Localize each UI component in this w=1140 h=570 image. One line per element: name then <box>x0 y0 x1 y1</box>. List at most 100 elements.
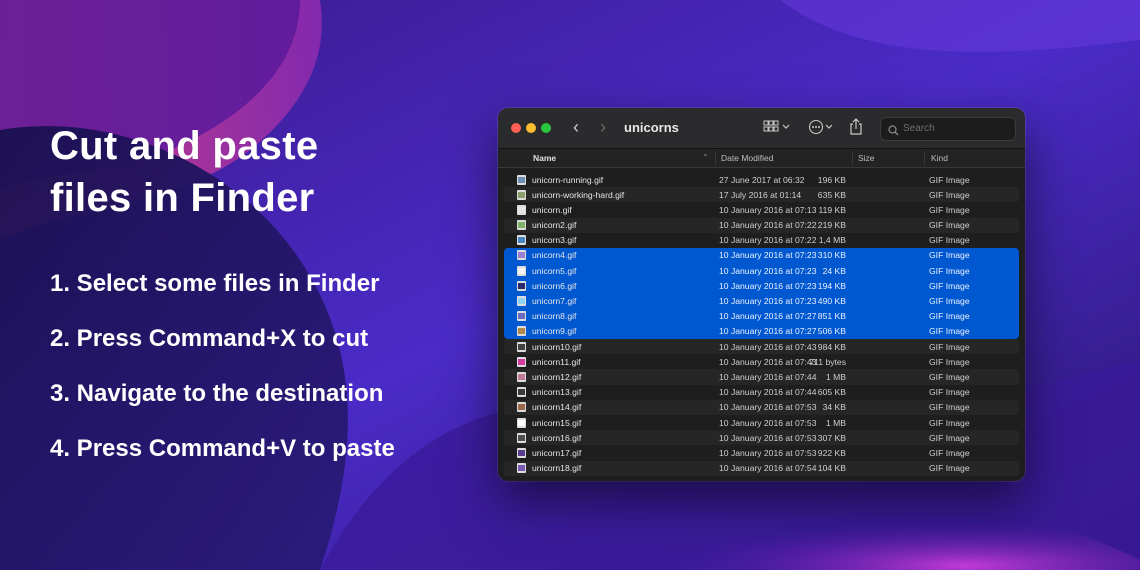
file-date-modified: 10 January 2016 at 07:53 <box>719 417 817 428</box>
file-kind: GIF Image <box>929 447 970 458</box>
file-name: unicorn18.gif <box>532 463 582 474</box>
finder-window: ‹ › unicorns Search Name ⌃ Date Modified… <box>498 108 1025 481</box>
step-1: 1. Select some files in Finder <box>50 270 380 297</box>
file-name: unicorn15.gif <box>532 417 582 428</box>
file-name: unicorn7.gif <box>532 296 577 306</box>
headline-line-2: files in Finder <box>50 176 315 220</box>
file-name: unicorn13.gif <box>532 387 582 398</box>
step-3: 3. Navigate to the destination <box>50 380 384 407</box>
file-row[interactable]: unicorn14.gif 10 January 2016 at 07:53 34 … <box>504 399 1019 415</box>
gif-file-icon <box>517 341 526 352</box>
file-kind: GIF Image <box>929 189 970 200</box>
more-actions-icon[interactable] <box>808 119 836 135</box>
file-name: unicorn4.gif <box>532 250 577 261</box>
file-row[interactable]: unicorn15.gif 10 January 2016 at 07:53 1 M… <box>504 415 1019 430</box>
file-row[interactable]: unicorn13.gif 10 January 2016 at 07:44 605… <box>504 385 1019 400</box>
file-row[interactable]: unicorn17.gif 10 January 2016 at 07:53 922… <box>504 445 1019 460</box>
file-date-modified: 17 July 2016 at 01:14 <box>719 189 802 200</box>
file-size: 307 KB <box>817 432 846 443</box>
file-name: unicorn16.gif <box>532 432 582 443</box>
file-date-modified: 10 January 2016 at 07:53 <box>719 402 817 413</box>
file-kind: GIF Image <box>929 250 970 261</box>
column-name-header[interactable]: Name <box>533 153 556 163</box>
file-row[interactable]: unicorn18.gif 10 January 2016 at 07:54 104… <box>504 460 1019 476</box>
file-kind: GIF Image <box>929 204 970 215</box>
file-row[interactable]: unicorn9.gif 10 January 2016 at 07:27 506 … <box>504 323 1019 340</box>
file-size: 34 KB <box>822 402 846 413</box>
file-date-modified: 10 January 2016 at 07:27 <box>719 326 817 337</box>
gif-file-icon <box>517 311 526 322</box>
file-kind: GIF Image <box>929 174 970 185</box>
file-name: unicorn9.gif <box>532 326 577 337</box>
file-date-modified: 10 January 2016 at 07:22 <box>719 235 817 246</box>
file-size: 1 MB <box>825 417 846 428</box>
step-4: 4. Press Command+V to paste <box>50 435 395 462</box>
file-size: 490 KB <box>817 296 846 306</box>
file-name: unicorn5.gif <box>532 265 577 276</box>
file-kind: GIF Image <box>929 311 970 322</box>
gif-file-icon <box>517 326 526 337</box>
file-row[interactable]: unicorn3.gif 10 January 2016 at 07:22 1,4 … <box>504 233 1019 248</box>
step-2: 2. Press Command+X to cut <box>50 325 369 352</box>
file-list: unicorn-running.gif 27 June 2017 at 06:32… <box>504 172 1019 476</box>
file-name: unicorn10.gif <box>532 341 582 352</box>
search-icon <box>888 123 899 141</box>
file-kind: GIF Image <box>929 341 970 352</box>
finder-toolbar: ‹ › unicorns Search <box>498 108 1025 149</box>
file-name: unicorn11.gif <box>532 356 581 367</box>
file-date-modified: 10 January 2016 at 07:44 <box>719 387 817 398</box>
minimize-window-button[interactable] <box>526 123 536 133</box>
file-row[interactable]: unicorn12.gif 10 January 2016 at 07:44 1 M… <box>504 369 1019 385</box>
file-row[interactable]: unicorn11.gif 10 January 2016 at 07:43 711… <box>504 354 1019 369</box>
file-kind: GIF Image <box>929 220 970 231</box>
gif-file-icon <box>517 220 526 231</box>
view-grid-icon[interactable] <box>763 119 791 135</box>
file-row[interactable]: unicorn4.gif 10 January 2016 at 07:23 310 … <box>504 247 1019 264</box>
gif-file-icon <box>517 463 526 474</box>
file-size: 506 KB <box>817 326 846 337</box>
file-row[interactable]: unicorn.gif 10 January 2016 at 07:13 119 K… <box>504 202 1019 217</box>
file-size: 851 KB <box>817 311 846 322</box>
file-date-modified: 10 January 2016 at 07:43 <box>719 341 817 352</box>
file-size: 1,4 MB <box>818 235 846 246</box>
back-chevron-icon[interactable]: ‹ <box>573 118 579 136</box>
close-window-button[interactable] <box>511 123 521 133</box>
file-name: unicorn12.gif <box>532 371 582 382</box>
file-name: unicorn17.gif <box>532 447 582 458</box>
file-row[interactable]: unicorn8.gif 10 January 2016 at 07:27 851 … <box>504 308 1019 324</box>
column-divider <box>715 151 716 165</box>
file-kind: GIF Image <box>929 371 970 382</box>
column-divider <box>852 151 853 165</box>
gif-file-icon <box>517 387 526 398</box>
file-row[interactable]: unicorn7.gif 10 January 2016 at 07:23 490 … <box>504 293 1019 309</box>
file-row[interactable]: unicorn16.gif 10 January 2016 at 07:53 307… <box>504 430 1019 446</box>
gif-file-icon <box>517 371 526 382</box>
file-date-modified: 10 January 2016 at 07:44 <box>719 371 817 382</box>
file-name: unicorn-working-hard.gif <box>532 189 625 200</box>
zoom-window-button[interactable] <box>541 123 551 133</box>
file-kind: GIF Image <box>929 326 970 337</box>
file-size: 310 KB <box>817 250 846 261</box>
file-row[interactable]: unicorn-running.gif 27 June 2017 at 06:32… <box>504 172 1019 187</box>
search-field[interactable]: Search <box>880 117 1016 141</box>
search-placeholder: Search <box>903 123 935 134</box>
forward-chevron-icon[interactable]: › <box>600 118 606 136</box>
file-kind: GIF Image <box>929 402 970 413</box>
file-row[interactable]: unicorn2.gif 10 January 2016 at 07:22 219 … <box>504 217 1019 233</box>
file-size: 635 KB <box>817 189 846 200</box>
file-row[interactable]: unicorn6.gif 10 January 2016 at 07:23 194 … <box>504 278 1019 294</box>
column-size-header[interactable]: Size <box>858 153 875 163</box>
file-date-modified: 27 June 2017 at 06:32 <box>719 174 805 185</box>
headline: Cut and paste files in Finder <box>50 120 470 224</box>
file-size: 711 bytes <box>809 356 846 367</box>
file-row[interactable]: unicorn-working-hard.gif 17 July 2016 at … <box>504 187 1019 203</box>
instruction-steps: 1. Select some files in Finder 2. Press … <box>50 266 480 486</box>
gif-file-icon <box>517 204 526 215</box>
file-name: unicorn6.gif <box>532 280 577 291</box>
column-kind-header[interactable]: Kind <box>931 153 948 163</box>
file-row[interactable]: unicorn5.gif 10 January 2016 at 07:23 24 K… <box>504 263 1019 279</box>
file-row[interactable]: unicorn10.gif 10 January 2016 at 07:43 984… <box>504 339 1019 355</box>
column-date-header[interactable]: Date Modified <box>721 153 773 163</box>
share-icon[interactable] <box>849 118 863 136</box>
column-header: Name ⌃ Date Modified Size Kind <box>498 149 1025 168</box>
